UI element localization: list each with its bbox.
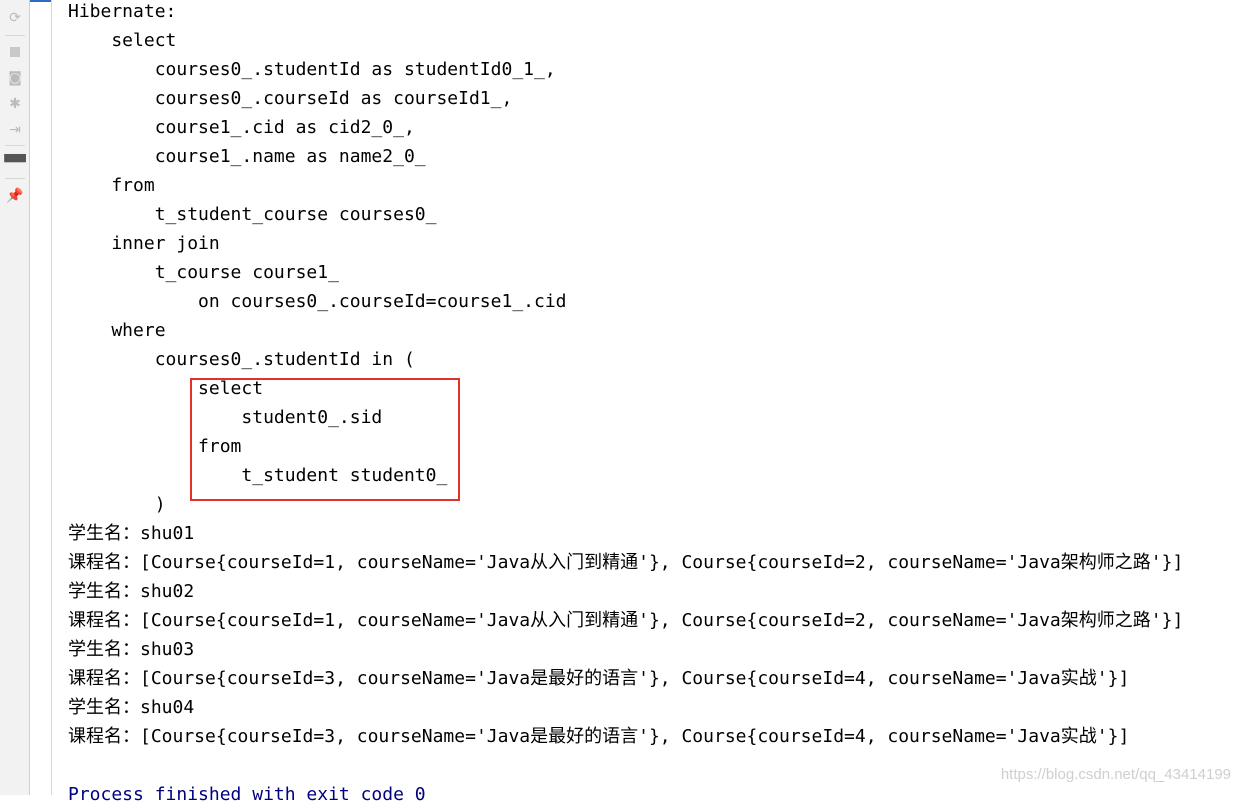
console-line: on courses0_.courseId=course1_.cid [68, 291, 578, 312]
divider [5, 178, 25, 179]
console-line: courses0_.courseId as courseId1_, [68, 88, 513, 109]
console-line: 学生名：shu04 [68, 697, 195, 718]
console-gutter [30, 0, 52, 795]
console-line: 学生名：shu03 [68, 639, 195, 660]
console-toolbar: ⟳ ◙ ✱ ⇥ ▀▀ 📌 [0, 0, 30, 795]
highlight-box [190, 378, 460, 501]
console-line: inner join [68, 233, 220, 254]
console-line: 课程名：[Course{courseId=1, courseName='Java… [68, 552, 1184, 573]
pin-icon[interactable]: 📌 [5, 186, 25, 206]
console-line: 课程名：[Course{courseId=3, courseName='Java… [68, 726, 1130, 747]
console-line: 课程名：[Course{courseId=3, courseName='Java… [68, 668, 1130, 689]
console-line: select [68, 30, 177, 51]
debug-icon[interactable]: ✱ [5, 94, 25, 114]
stop-icon[interactable] [5, 42, 25, 62]
console-line: t_student_course courses0_ [68, 204, 448, 225]
console-line: courses0_.studentId in ( [68, 349, 415, 370]
console-line: 课程名：[Course{courseId=1, courseName='Java… [68, 610, 1184, 631]
console-line: course1_.name as name2_0_ [68, 146, 437, 167]
console-line: 学生名：shu02 [68, 581, 195, 602]
console-line: where [68, 320, 166, 341]
divider [5, 145, 25, 146]
console-line: from [68, 175, 155, 196]
divider [5, 35, 25, 36]
console-line: t_course course1_ [68, 262, 350, 283]
console-line: 学生名：shu01 [68, 523, 195, 544]
camera-icon[interactable]: ◙ [5, 68, 25, 88]
watermark: https://blog.csdn.net/qq_43414199 [1000, 766, 1231, 783]
layout-icon[interactable]: ▀▀ [4, 153, 26, 173]
console-line: course1_.cid as cid2_0_, [68, 117, 415, 138]
console-line: Hibernate: [68, 1, 188, 22]
console-line: courses0_.studentId as studentId0_1_, [68, 59, 556, 80]
rerun-icon[interactable]: ⟳ [5, 8, 25, 28]
gutter-marker [30, 0, 51, 2]
login-icon[interactable]: ⇥ [5, 120, 25, 140]
